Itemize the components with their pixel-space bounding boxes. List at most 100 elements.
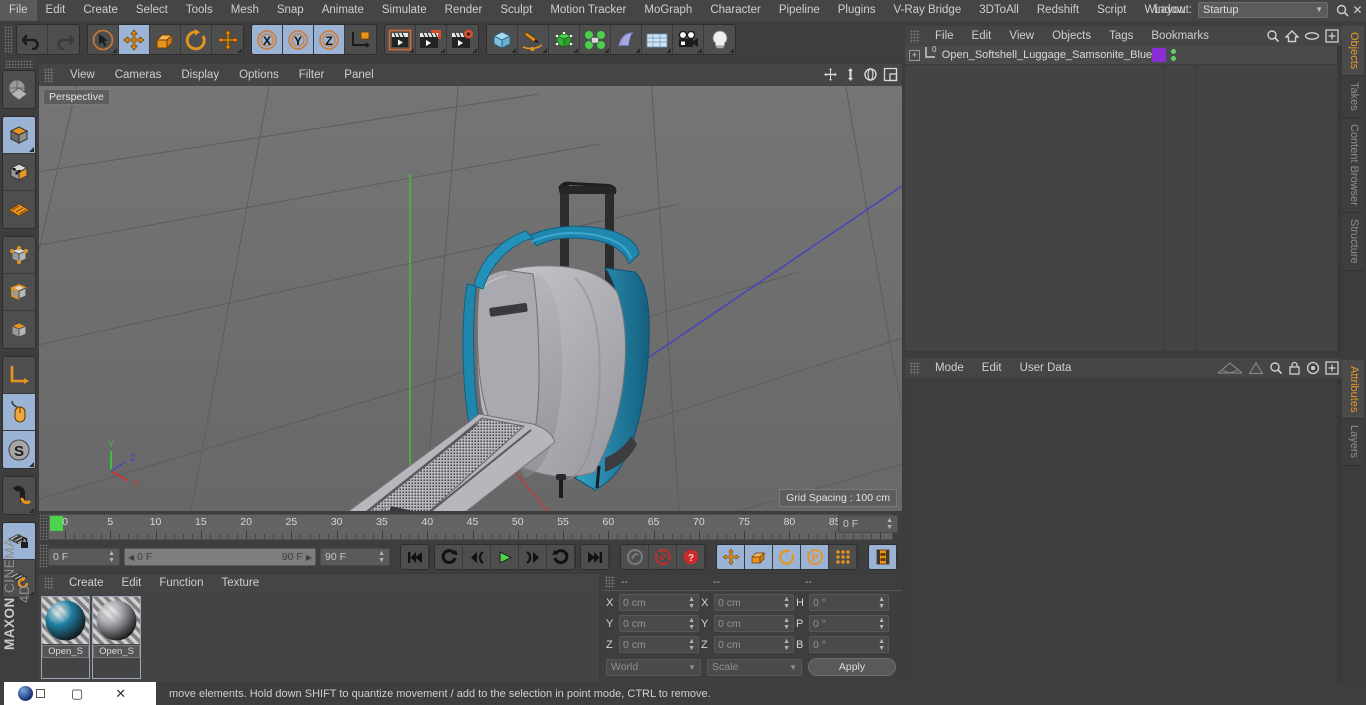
menu-item-v-ray-bridge[interactable]: V-Ray Bridge <box>884 0 970 21</box>
array-modeling-button[interactable] <box>580 25 611 54</box>
coord-input-rotation[interactable]: 0 ° ▲ ▼ <box>809 636 889 653</box>
spinner-icon[interactable]: ▲ ▼ <box>108 550 115 564</box>
maximize-viewport-icon[interactable] <box>883 67 898 82</box>
spinner-icon[interactable]: ▲ ▼ <box>688 617 695 631</box>
timeline-button[interactable] <box>869 545 897 569</box>
object-row[interactable]: +0 Open_Softshell_Luggage_Samsonite_Blue <box>905 45 1342 65</box>
magnet-button[interactable] <box>3 477 35 514</box>
scale-tool-button[interactable] <box>150 25 181 54</box>
timeline-ruler[interactable]: 051015202530354045505560657075808590 <box>48 514 893 540</box>
axis-modification-button[interactable] <box>3 357 35 394</box>
autokeying-button[interactable] <box>649 545 677 569</box>
timeline-playhead[interactable] <box>50 516 63 531</box>
range-left-arrow-icon[interactable]: ◀ <box>128 553 134 562</box>
viewport-menu-panel[interactable]: Panel <box>334 64 383 86</box>
menu-item-tools[interactable]: Tools <box>177 0 222 21</box>
object-manager-grip[interactable] <box>910 29 920 43</box>
texture-mode-button[interactable] <box>3 154 35 191</box>
vtab-objects[interactable]: Objects <box>1342 26 1364 77</box>
spinner-icon[interactable]: ▲ ▼ <box>688 638 695 652</box>
viewport-3d[interactable]: Perspective Grid Spacing : 100 cm Y X Z <box>39 86 902 511</box>
preview-range-bar[interactable]: ◀ 0 F 90 F ▶ <box>124 548 316 566</box>
move-tool-button[interactable] <box>119 25 150 54</box>
menu-item-mograph[interactable]: MoGraph <box>635 0 701 21</box>
z-axis-button[interactable]: Z <box>314 25 345 54</box>
orbit-icon[interactable] <box>863 67 878 82</box>
viewport-grip[interactable] <box>44 68 54 82</box>
next-frame-button[interactable] <box>519 545 547 569</box>
minimize-icon[interactable]: ▢ <box>71 686 83 702</box>
timeline-controls-grip[interactable] <box>39 544 48 568</box>
live-selection-button[interactable] <box>88 25 119 54</box>
menu-item-edit[interactable]: Edit <box>37 0 75 21</box>
vtab-takes[interactable]: Takes <box>1342 76 1364 119</box>
plus-box-icon[interactable] <box>1325 361 1339 378</box>
lock-icon[interactable] <box>1288 361 1301 378</box>
layout-dropdown[interactable]: Startup ▼ <box>1198 2 1328 18</box>
workplane-mode-button[interactable] <box>3 191 35 228</box>
menu-item-mesh[interactable]: Mesh <box>222 0 268 21</box>
pla-key-button[interactable] <box>829 545 857 569</box>
range-right-arrow-icon[interactable]: ▶ <box>306 553 312 562</box>
search-icon[interactable] <box>1335 3 1350 18</box>
go-to-start-button[interactable] <box>401 545 429 569</box>
coord-input-size[interactable]: 0 cm ▲ ▼ <box>714 594 794 611</box>
go-to-end-button[interactable] <box>581 545 609 569</box>
menu-item-redshift[interactable]: Redshift <box>1028 0 1088 21</box>
pen-spline-button[interactable] <box>518 25 549 54</box>
material-list[interactable]: Open_S Open_S <box>39 593 599 682</box>
vtab-structure[interactable]: Structure <box>1342 212 1364 271</box>
menu-item-snap[interactable]: Snap <box>268 0 313 21</box>
play-forward-button[interactable] <box>491 545 519 569</box>
viewport-menu-options[interactable]: Options <box>229 64 289 86</box>
coord-input-rotation[interactable]: 0 ° ▲ ▼ <box>809 615 889 632</box>
redo-button[interactable] <box>48 25 79 54</box>
bezier-icon[interactable] <box>1217 361 1243 378</box>
menu-item-script[interactable]: Script <box>1088 0 1135 21</box>
close-icon[interactable]: ✕ <box>1351 3 1364 17</box>
previous-frame-button[interactable] <box>463 545 491 569</box>
timeline-grip[interactable] <box>39 514 48 540</box>
home-icon[interactable] <box>1284 29 1300 46</box>
menu-item-select[interactable]: Select <box>127 0 177 21</box>
left-toolbar-grip[interactable] <box>5 60 33 68</box>
attribute-menu-mode[interactable]: Mode <box>926 358 973 378</box>
points-mode-button[interactable] <box>3 237 35 274</box>
expand-toggle-icon[interactable]: + <box>909 49 920 61</box>
polygons-mode-button[interactable] <box>3 311 35 348</box>
material-menu-create[interactable]: Create <box>60 574 113 593</box>
menu-item-3dtoall[interactable]: 3DToAll <box>970 0 1028 21</box>
coord-input-size[interactable]: 0 cm ▲ ▼ <box>714 636 794 653</box>
menu-item-render[interactable]: Render <box>436 0 492 21</box>
viewport-menu-display[interactable]: Display <box>171 64 229 86</box>
object-menu-bookmarks[interactable]: Bookmarks <box>1142 26 1218 46</box>
ellipse-icon[interactable] <box>1304 29 1320 46</box>
x-axis-button[interactable]: X <box>252 25 283 54</box>
apply-button[interactable]: Apply <box>808 658 896 676</box>
toolbar-grip[interactable] <box>4 25 13 54</box>
menu-item-create[interactable]: Create <box>74 0 127 21</box>
coordinate-mode-dropdown[interactable]: Scale ▼ <box>707 658 802 676</box>
object-menu-file[interactable]: File <box>926 26 963 46</box>
menu-item-animate[interactable]: Animate <box>313 0 373 21</box>
world-coordinates-button[interactable] <box>345 25 376 54</box>
render-view-button[interactable] <box>385 25 416 54</box>
dolly-icon[interactable] <box>843 67 858 82</box>
viewport-menu-view[interactable]: View <box>60 64 105 86</box>
viewport-solo-button[interactable] <box>3 394 35 431</box>
object-menu-tags[interactable]: Tags <box>1100 26 1142 46</box>
max-frame-field[interactable]: 90 F ▲ ▼ <box>320 548 390 566</box>
render-picture-viewer-button[interactable] <box>416 25 447 54</box>
spinner-icon[interactable]: ▲ ▼ <box>886 517 893 531</box>
menu-item-plugins[interactable]: Plugins <box>829 0 885 21</box>
coord-input-size[interactable]: 0 cm ▲ ▼ <box>714 615 794 632</box>
coord-input-position[interactable]: 0 cm ▲ ▼ <box>619 594 699 611</box>
position-key-button[interactable] <box>717 545 745 569</box>
object-manager-tree[interactable]: +0 Open_Softshell_Luggage_Samsonite_Blue <box>905 45 1342 351</box>
coord-input-position[interactable]: 0 cm ▲ ▼ <box>619 636 699 653</box>
visibility-dots-icon[interactable] <box>1170 49 1176 61</box>
menu-item-sculpt[interactable]: Sculpt <box>491 0 541 21</box>
current-frame-field[interactable]: 0 F ▲ ▼ <box>48 548 120 566</box>
spinner-icon[interactable]: ▲ ▼ <box>783 617 790 631</box>
material-item[interactable]: Open_S <box>92 596 141 679</box>
